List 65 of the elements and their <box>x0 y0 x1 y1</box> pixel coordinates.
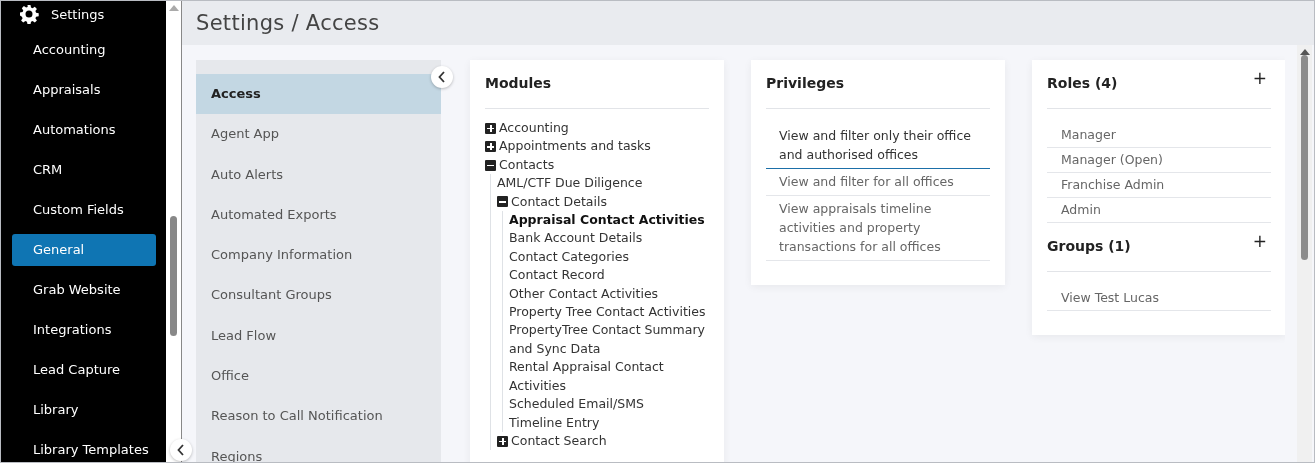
role-item[interactable]: Manager <box>1047 123 1271 148</box>
settings-menu-item[interactable]: Company Information <box>196 235 441 276</box>
settings-menu-item[interactable]: Access <box>196 74 441 115</box>
sidebar-item[interactable]: CRM <box>12 154 156 186</box>
settings-menu-item[interactable]: Consultant Groups <box>196 275 441 316</box>
sidebar-item[interactable]: Grab Website <box>12 274 156 306</box>
collapse-menu-button[interactable] <box>431 66 453 88</box>
card-title: Roles (4) <box>1047 74 1118 93</box>
role-item[interactable]: Manager (Open) <box>1047 148 1271 173</box>
sidebar-item[interactable]: General <box>12 234 156 266</box>
scrollbar[interactable] <box>166 1 182 462</box>
tree-item[interactable]: Contact Categories <box>509 247 709 267</box>
tree-item[interactable]: Contact Search <box>497 431 709 451</box>
sidebar-item[interactable]: Custom Fields <box>12 194 156 226</box>
sidebar-item[interactable]: Integrations <box>12 314 156 346</box>
sidebar-item[interactable]: Lead Capture <box>12 354 156 386</box>
toggle-icon <box>485 122 496 134</box>
tree-item[interactable]: Property Tree Contact Activities <box>509 303 709 322</box>
tree-item[interactable]: Other Contact Activities <box>509 284 709 304</box>
scroll-thumb[interactable] <box>170 216 177 336</box>
role-item[interactable]: Admin <box>1047 198 1271 223</box>
chevron-left-icon <box>438 71 446 83</box>
settings-menu-item[interactable]: Lead Flow <box>196 315 441 357</box>
privilege-item[interactable]: View appraisals timeline activities and property transactions for all offices <box>766 196 990 261</box>
card-title: Privileges <box>766 60 990 109</box>
tree-item[interactable]: Contacts <box>485 155 709 175</box>
tree-item[interactable]: Rental Appraisal Contact Activities <box>509 358 709 396</box>
sidebar-title: Settings <box>51 6 105 22</box>
add-button[interactable]: + <box>1248 60 1271 87</box>
tree-item[interactable]: Appointments and tasks <box>485 137 709 156</box>
toggle-icon <box>485 141 496 153</box>
tree-item[interactable]: Contact Details <box>497 192 709 212</box>
tree-item[interactable]: Accounting <box>485 119 709 138</box>
card-title: Modules <box>485 60 709 109</box>
tree-item[interactable]: Scheduled Email/SMS <box>509 395 709 414</box>
settings-menu-item[interactable]: Reason to Call Notification <box>196 396 441 437</box>
settings-menu-item[interactable]: Automated Exports <box>196 194 441 236</box>
privilege-item[interactable]: View and filter only their office and authorised offices <box>766 123 990 169</box>
sidebar-item[interactable]: Appraisals <box>12 74 156 106</box>
settings-menu-item[interactable]: Auto Alerts <box>196 154 441 195</box>
privilege-item[interactable]: View and filter for all offices <box>766 169 990 196</box>
card-title: Groups (1) <box>1047 237 1131 256</box>
tree-item[interactable]: Contact Record <box>509 266 709 285</box>
role-item[interactable]: Franchise Admin <box>1047 173 1271 198</box>
sidebar-item[interactable]: Accounting <box>12 34 156 66</box>
toggle-icon <box>485 159 496 171</box>
add-button[interactable]: + <box>1248 223 1271 250</box>
gear-icon <box>19 4 39 24</box>
collapse-sidebar-button[interactable] <box>170 439 192 461</box>
scrollbar[interactable] <box>1297 45 1312 462</box>
tree-item[interactable]: PropertyTree Contact Summary and Sync Data <box>509 321 709 359</box>
tree-item[interactable]: AML/CTF Due Diligence <box>497 174 709 193</box>
scroll-thumb[interactable] <box>1301 55 1308 260</box>
settings-menu-item[interactable]: Office <box>196 356 441 397</box>
tree-item[interactable]: Bank Account Details <box>509 229 709 248</box>
page-title: Settings / Access <box>196 11 380 35</box>
chevron-left-icon <box>177 444 185 456</box>
sidebar-item[interactable]: Library <box>12 394 156 426</box>
sidebar-item[interactable]: Automations <box>12 114 156 146</box>
sidebar-item[interactable]: Library Templates <box>12 434 156 462</box>
tree-item[interactable]: Appraisal Contact Activities <box>509 211 709 230</box>
group-item[interactable]: View Test Lucas <box>1047 286 1271 311</box>
tree-item[interactable]: Timeline Entry <box>509 413 709 432</box>
settings-menu-item[interactable]: Agent App <box>196 114 441 155</box>
scroll-up-icon[interactable] <box>1299 49 1310 55</box>
